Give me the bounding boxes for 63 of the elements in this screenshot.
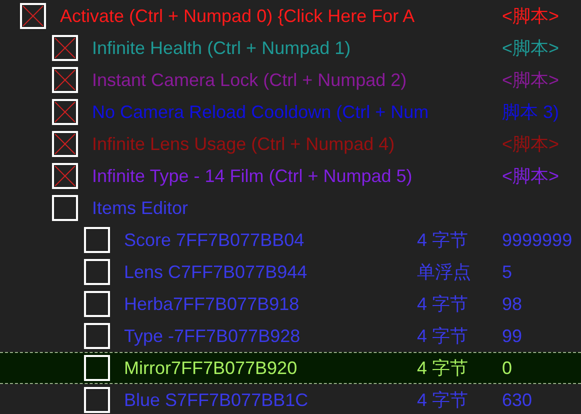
checkbox[interactable] bbox=[84, 355, 110, 381]
type-text: 4 字节 bbox=[417, 292, 470, 316]
type-text: 4 字节 bbox=[417, 356, 470, 380]
table-row[interactable]: Score 7FF7B077BB04 4 字节 9999999 bbox=[0, 224, 581, 256]
description-text: Blue S7FF7B077BB1C bbox=[124, 388, 308, 412]
value-text: <脚本> bbox=[502, 4, 560, 28]
table-row[interactable]: Items Editor bbox=[0, 192, 581, 224]
checkbox[interactable] bbox=[52, 35, 78, 61]
table-row[interactable]: Type -7FF7B077B928 4 字节 99 bbox=[0, 320, 581, 352]
value-text: <脚本> bbox=[502, 68, 560, 92]
table-row[interactable]: Mirror7FF7B077B920 4 字节 0 bbox=[0, 352, 581, 384]
checkbox[interactable] bbox=[84, 227, 110, 253]
value-text: 0 bbox=[502, 356, 514, 380]
table-row[interactable]: No Camera Reload Cooldown (Ctrl + Num 脚本 3) bbox=[0, 96, 581, 128]
checkbox[interactable] bbox=[52, 99, 78, 125]
value-text: 630 bbox=[502, 388, 534, 412]
table-row[interactable]: Infinite Health (Ctrl + Numpad 1) <脚本> bbox=[0, 32, 581, 64]
checkbox[interactable] bbox=[84, 259, 110, 285]
description-text: Infinite Health (Ctrl + Numpad 1) bbox=[92, 36, 351, 60]
table-row[interactable]: Infinite Lens Usage (Ctrl + Numpad 4) <脚本> bbox=[0, 128, 581, 160]
description-text: Type -7FF7B077B928 bbox=[124, 324, 300, 348]
table-row[interactable]: Blue S7FF7B077BB1C 4 字节 630 bbox=[0, 384, 581, 414]
table-row[interactable]: Infinite Type - 14 Film (Ctrl + Numpad 5) <脚本> bbox=[0, 160, 581, 192]
description-text: Activate (Ctrl + Numpad 0) {Click Here For A bbox=[60, 4, 415, 28]
cross-icon bbox=[54, 165, 76, 187]
value-text: 5 bbox=[502, 260, 514, 284]
type-text: 4 字节 bbox=[417, 228, 470, 252]
checkbox[interactable] bbox=[84, 291, 110, 317]
cross-icon bbox=[54, 69, 76, 91]
table-row[interactable]: Lens C7FF7B077B944 单浮点 5 bbox=[0, 256, 581, 288]
description-text: No Camera Reload Cooldown (Ctrl + Num bbox=[92, 100, 429, 124]
checkbox[interactable] bbox=[84, 323, 110, 349]
value-text: <脚本> bbox=[502, 132, 560, 156]
description-text: Mirror7FF7B077B920 bbox=[124, 356, 298, 380]
description-text: Instant Camera Lock (Ctrl + Numpad 2) bbox=[92, 68, 407, 92]
value-text: 9999999 bbox=[502, 228, 574, 252]
table-row[interactable]: Activate (Ctrl + Numpad 0) {Click Here For A <脚本> bbox=[0, 0, 581, 32]
value-text: 98 bbox=[502, 292, 524, 316]
value-text: <脚本> bbox=[502, 36, 560, 60]
value-text: 脚本 3) bbox=[502, 100, 560, 124]
type-text: 单浮点 bbox=[417, 260, 472, 284]
checkbox[interactable] bbox=[52, 67, 78, 93]
description-text: Items Editor bbox=[92, 196, 188, 220]
checkbox[interactable] bbox=[20, 3, 46, 29]
checkbox[interactable] bbox=[52, 195, 78, 221]
checkbox[interactable] bbox=[52, 131, 78, 157]
cross-icon bbox=[54, 37, 76, 59]
cross-icon bbox=[54, 133, 76, 155]
description-text: Herba7FF7B077B918 bbox=[124, 292, 300, 316]
type-text: 4 字节 bbox=[417, 324, 470, 348]
description-text: Infinite Lens Usage (Ctrl + Numpad 4) bbox=[92, 132, 395, 156]
type-text: 4 字节 bbox=[417, 388, 470, 412]
checkbox[interactable] bbox=[84, 387, 110, 413]
value-text: 99 bbox=[502, 324, 524, 348]
cross-icon bbox=[54, 101, 76, 123]
value-text: <脚本> bbox=[502, 164, 560, 188]
table-row[interactable]: Instant Camera Lock (Ctrl + Numpad 2) <脚本> bbox=[0, 64, 581, 96]
description-text: Score 7FF7B077BB04 bbox=[124, 228, 304, 252]
cross-icon bbox=[22, 5, 44, 27]
description-text: Lens C7FF7B077B944 bbox=[124, 260, 308, 284]
checkbox[interactable] bbox=[52, 163, 78, 189]
description-text: Infinite Type - 14 Film (Ctrl + Numpad 5) bbox=[92, 164, 412, 188]
table-row[interactable]: Herba7FF7B077B918 4 字节 98 bbox=[0, 288, 581, 320]
